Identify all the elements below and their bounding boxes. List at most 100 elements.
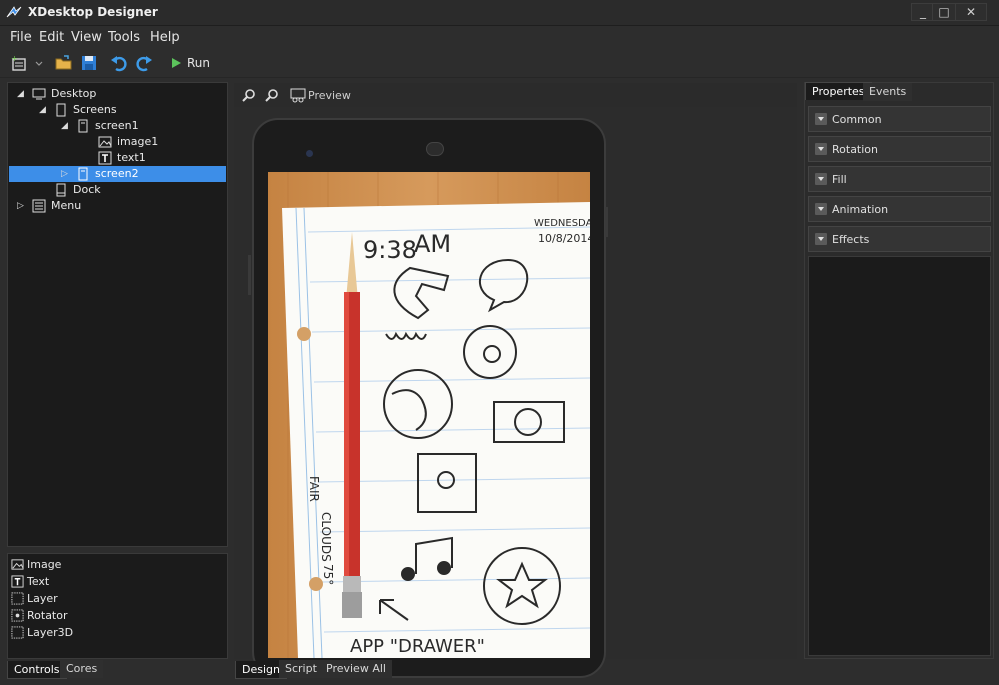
section-common[interactable]: Common <box>808 106 991 132</box>
menu-icon <box>32 199 46 213</box>
wallpaper-image: 9:38 AM WEDNESDAY 10/8/2014 FAIR CLOUDS … <box>268 172 590 658</box>
menu-file[interactable]: File <box>10 30 32 45</box>
run-button[interactable]: Run <box>187 56 210 70</box>
tree-label: image1 <box>117 135 159 148</box>
section-label: Rotation <box>832 143 879 156</box>
section-effects[interactable]: Effects <box>808 226 991 252</box>
tree-item-desktop[interactable]: ◢ Desktop <box>8 86 227 102</box>
tree-label: Desktop <box>51 87 97 100</box>
preview-button[interactable]: Preview <box>308 89 351 102</box>
tab-events[interactable]: Events <box>863 83 913 101</box>
desktop-icon <box>32 88 46 100</box>
screen-tree-panel: ◢ Desktop ◢ Screens ◢ screen1 image1 tex… <box>7 82 228 547</box>
expand-arrow-icon[interactable]: ◢ <box>39 102 49 118</box>
text-icon <box>98 151 112 165</box>
section-label: Fill <box>832 173 847 186</box>
chevron-down-icon[interactable] <box>815 143 827 155</box>
menu-bar: File Edit View Tools Help <box>0 26 999 48</box>
control-label: Layer <box>27 592 58 605</box>
section-fill[interactable]: Fill <box>808 166 991 192</box>
close-button[interactable]: ✕ <box>955 3 987 21</box>
redo-icon[interactable] <box>135 54 153 72</box>
tab-script[interactable]: Script <box>279 660 323 678</box>
title-bar: XDesktop Designer _ □ ✕ <box>0 0 999 26</box>
image-icon <box>98 136 112 148</box>
date-text: 10/8/2014 <box>538 232 590 245</box>
screen-icon <box>78 167 88 181</box>
tree-item-menu[interactable]: ▷ Menu <box>8 198 227 214</box>
preview-icon[interactable] <box>290 87 306 103</box>
weekday-text: WEDNESDAY <box>534 218 590 229</box>
image-icon <box>11 559 24 570</box>
tab-properties[interactable]: Propertes <box>805 82 872 100</box>
tab-preview-all[interactable]: Preview All <box>320 660 392 678</box>
phone-side-button <box>605 207 608 237</box>
tree-item-image1[interactable]: image1 <box>8 134 227 150</box>
app-logo-icon <box>6 6 22 18</box>
tab-controls[interactable]: Controls <box>7 661 67 679</box>
text-icon <box>11 575 24 588</box>
zoom-in-icon[interactable] <box>242 88 256 102</box>
app-drawer-text[interactable]: APP "DRAWER" <box>350 636 485 657</box>
tree-label: Screens <box>73 103 117 116</box>
menu-tools[interactable]: Tools <box>108 30 140 45</box>
section-label: Animation <box>832 203 889 216</box>
tree-item-screen1[interactable]: ◢ screen1 <box>8 118 227 134</box>
tab-cores[interactable]: Cores <box>60 660 104 678</box>
tree-item-dock[interactable]: Dock <box>8 182 227 198</box>
menu-edit[interactable]: Edit <box>39 30 64 45</box>
clock-ampm: AM <box>414 230 451 258</box>
maximize-button[interactable]: □ <box>932 3 956 21</box>
collapse-arrow-icon[interactable]: ▷ <box>61 166 71 182</box>
tree-item-screen2[interactable]: ▷ screen2 <box>9 166 226 182</box>
phone-camera <box>306 150 313 157</box>
collapse-arrow-icon[interactable]: ▷ <box>17 198 27 214</box>
undo-icon[interactable] <box>110 54 128 72</box>
tree-label: screen2 <box>95 167 139 180</box>
save-icon[interactable] <box>80 54 98 72</box>
dropdown-arrow-icon[interactable] <box>34 54 44 72</box>
control-label: Rotator <box>27 609 68 622</box>
tree-label: Dock <box>73 183 101 196</box>
zoom-out-icon[interactable] <box>265 88 279 102</box>
dock-icon <box>56 183 66 197</box>
tree-label: text1 <box>117 151 146 164</box>
chevron-down-icon[interactable] <box>815 113 827 125</box>
main-toolbar: + Run <box>0 48 999 78</box>
control-label: Image <box>27 558 62 571</box>
menu-help[interactable]: Help <box>150 30 180 45</box>
section-animation[interactable]: Animation <box>808 196 991 222</box>
layer3d-icon <box>11 626 24 639</box>
new-item-icon[interactable]: + <box>10 54 28 72</box>
menu-view[interactable]: View <box>71 30 102 45</box>
layer-icon <box>11 592 24 605</box>
clock-time: 9:38 <box>363 236 417 264</box>
rotator-icon <box>11 609 24 622</box>
control-label: Text <box>27 575 50 588</box>
weather-clouds-text: CLOUDS <box>319 512 333 562</box>
section-rotation[interactable]: Rotation <box>808 136 991 162</box>
expand-arrow-icon[interactable]: ◢ <box>61 118 71 134</box>
svg-text:+: + <box>11 54 18 63</box>
temperature-text: 75° <box>321 564 335 585</box>
phone-speaker <box>426 142 444 156</box>
chevron-down-icon[interactable] <box>815 233 827 245</box>
weather-fair-text: FAIR <box>307 476 321 502</box>
section-label: Effects <box>832 233 870 246</box>
property-grid <box>808 256 991 656</box>
control-label: Layer3D <box>27 626 74 639</box>
controls-panel: Image Text Layer Rotator Layer3D <box>7 553 228 659</box>
expand-arrow-icon[interactable]: ◢ <box>17 86 27 102</box>
tree-item-screens[interactable]: ◢ Screens <box>8 102 227 118</box>
phone-screen[interactable]: 9:38 AM WEDNESDAY 10/8/2014 FAIR CLOUDS … <box>268 172 590 658</box>
section-label: Common <box>832 113 882 126</box>
run-play-icon[interactable] <box>170 54 182 72</box>
tree-item-text1[interactable]: text1 <box>8 150 227 166</box>
chevron-down-icon[interactable] <box>815 173 827 185</box>
open-folder-icon[interactable] <box>55 54 73 72</box>
screens-icon <box>56 103 66 117</box>
window-title: XDesktop Designer <box>28 5 158 19</box>
tree-label: screen1 <box>95 119 139 132</box>
tree-label: Menu <box>51 199 82 212</box>
chevron-down-icon[interactable] <box>815 203 827 215</box>
